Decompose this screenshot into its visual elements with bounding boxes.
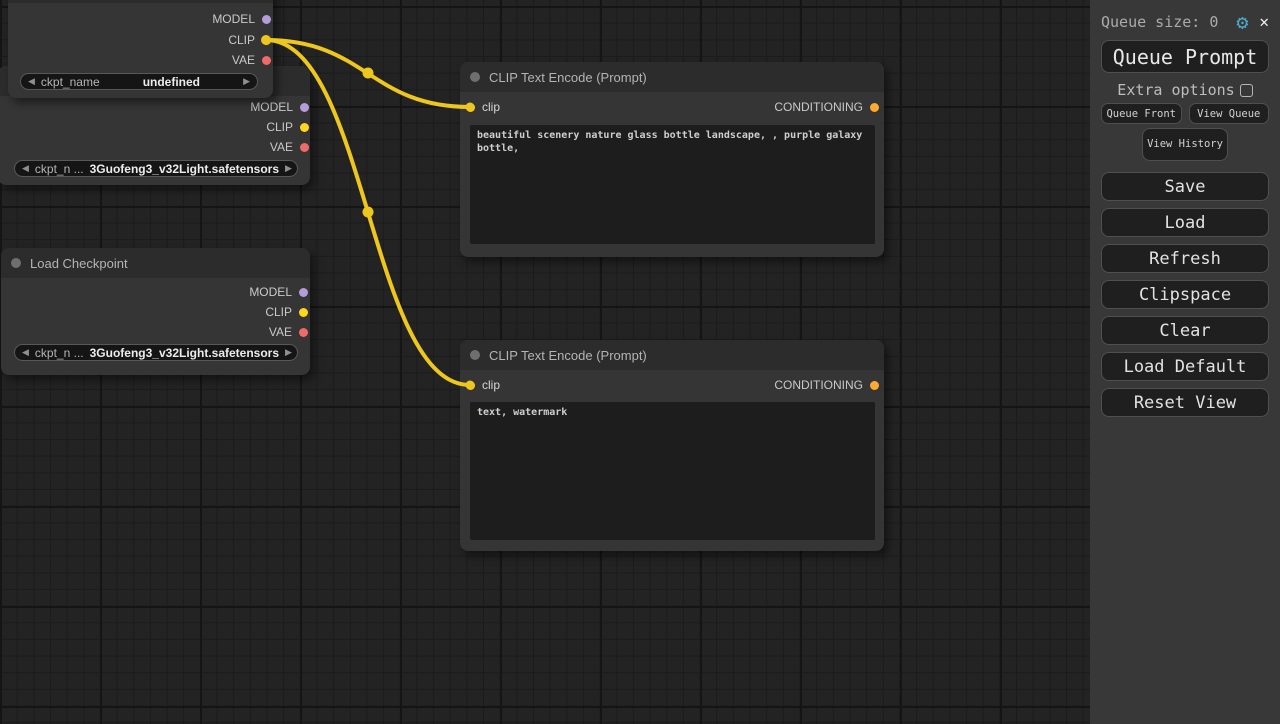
model-port-dot[interactable] bbox=[262, 15, 271, 24]
load-button[interactable]: Load bbox=[1101, 208, 1269, 237]
node-title-bar[interactable] bbox=[8, 0, 273, 3]
queue-front-button[interactable]: Queue Front bbox=[1101, 103, 1182, 124]
input-label-clip: clip bbox=[482, 378, 500, 392]
positive-prompt-textarea[interactable]: beautiful scenery nature glass bottle la… bbox=[470, 125, 875, 244]
output-label-model: MODEL bbox=[212, 12, 255, 26]
node-title: Load Checkpoint bbox=[30, 256, 128, 271]
collapse-dot-icon[interactable] bbox=[470, 72, 480, 82]
node-clip-text-encode-negative[interactable]: CLIP Text Encode (Prompt) clip CONDITION… bbox=[460, 340, 884, 551]
clip-port-dot[interactable] bbox=[300, 123, 309, 132]
queue-prompt-button[interactable]: Queue Prompt bbox=[1101, 40, 1269, 73]
node-title: CLIP Text Encode (Prompt) bbox=[489, 70, 647, 85]
ckpt-name-combo[interactable]: ◀ ckpt_n ... 3Guofeng3_v32Light.safetens… bbox=[14, 344, 298, 361]
refresh-button[interactable]: Refresh bbox=[1101, 244, 1269, 273]
vae-port-dot[interactable] bbox=[300, 143, 309, 152]
input-clip: clip bbox=[466, 377, 500, 393]
input-clip: clip bbox=[466, 99, 500, 115]
output-label-conditioning: CONDITIONING bbox=[774, 100, 863, 114]
output-label-conditioning: CONDITIONING bbox=[774, 378, 863, 392]
combo-left-arrow-icon[interactable]: ◀ bbox=[22, 348, 29, 357]
output-vae: VAE bbox=[232, 52, 271, 68]
comfy-menu: Queue size: 0 ⚙ ✕ Queue Prompt Extra opt… bbox=[1090, 0, 1280, 724]
vae-port-dot[interactable] bbox=[299, 328, 308, 337]
node-clip-text-encode-positive[interactable]: CLIP Text Encode (Prompt) clip CONDITION… bbox=[460, 62, 884, 257]
output-clip: CLIP bbox=[266, 119, 309, 135]
output-model: MODEL bbox=[212, 11, 271, 27]
node-title: CLIP Text Encode (Prompt) bbox=[489, 348, 647, 363]
clip-port-dot[interactable] bbox=[299, 308, 308, 317]
extra-options-row: Extra options bbox=[1101, 82, 1269, 98]
model-port-dot[interactable] bbox=[299, 288, 308, 297]
combo-label: ckpt_n ... bbox=[35, 162, 84, 176]
view-queue-button[interactable]: View Queue bbox=[1189, 103, 1270, 124]
combo-left-arrow-icon[interactable]: ◀ bbox=[22, 164, 29, 173]
output-vae: VAE bbox=[269, 324, 308, 340]
conditioning-port-dot[interactable] bbox=[870, 103, 879, 112]
comfyui-app: MODEL CLIP VAE ◀ ckpt_n ... 3Guofeng3_v3… bbox=[0, 0, 1280, 724]
output-clip: CLIP bbox=[265, 304, 308, 320]
combo-value: 3Guofeng3_v32Light.safetensors bbox=[90, 162, 279, 176]
extra-options-label: Extra options bbox=[1117, 81, 1234, 99]
vae-port-dot[interactable] bbox=[262, 56, 271, 65]
combo-right-arrow-icon[interactable]: ▶ bbox=[285, 164, 292, 173]
settings-gear-icon[interactable]: ⚙ bbox=[1236, 12, 1248, 32]
output-label-vae: VAE bbox=[269, 325, 292, 339]
ckpt-name-combo[interactable]: ◀ ckpt_name undefined ▶ bbox=[20, 73, 258, 90]
output-label-vae: VAE bbox=[270, 140, 293, 154]
node-checkpoint-top[interactable]: MODEL CLIP VAE ◀ ckpt_name undefined ▶ bbox=[8, 0, 273, 98]
ckpt-name-combo[interactable]: ◀ ckpt_n ... 3Guofeng3_v32Light.safetens… bbox=[14, 160, 298, 177]
output-label-clip: CLIP bbox=[266, 120, 293, 134]
menu-button-stack: Save Load Refresh Clipspace Clear Load D… bbox=[1101, 172, 1269, 417]
load-default-button[interactable]: Load Default bbox=[1101, 352, 1269, 381]
output-clip: CLIP bbox=[228, 32, 271, 48]
output-label-clip: CLIP bbox=[265, 305, 292, 319]
combo-label: ckpt_name bbox=[41, 75, 100, 89]
clear-button[interactable]: Clear bbox=[1101, 316, 1269, 345]
model-port-dot[interactable] bbox=[300, 103, 309, 112]
node-title-bar[interactable]: Load Checkpoint bbox=[1, 248, 310, 278]
output-label-clip: CLIP bbox=[228, 33, 255, 47]
extra-options-checkbox[interactable] bbox=[1240, 84, 1253, 97]
combo-left-arrow-icon[interactable]: ◀ bbox=[28, 77, 35, 86]
link-midpoint-dot bbox=[363, 207, 374, 218]
node-title-bar[interactable]: CLIP Text Encode (Prompt) bbox=[460, 340, 884, 370]
node-title-bar[interactable]: CLIP Text Encode (Prompt) bbox=[460, 62, 884, 92]
graph-canvas[interactable]: MODEL CLIP VAE ◀ ckpt_n ... 3Guofeng3_v3… bbox=[0, 0, 1090, 724]
conditioning-port-dot[interactable] bbox=[870, 381, 879, 390]
save-button[interactable]: Save bbox=[1101, 172, 1269, 201]
output-vae: VAE bbox=[270, 139, 309, 155]
collapse-dot-icon[interactable] bbox=[470, 350, 480, 360]
output-conditioning: CONDITIONING bbox=[774, 99, 879, 115]
queue-size-label: Queue size: 0 bbox=[1101, 13, 1218, 31]
output-model: MODEL bbox=[249, 284, 308, 300]
output-label-model: MODEL bbox=[249, 285, 292, 299]
input-label-clip: clip bbox=[482, 100, 500, 114]
output-conditioning: CONDITIONING bbox=[774, 377, 879, 393]
clip-port-dot[interactable] bbox=[466, 381, 475, 390]
queue-status-row: Queue size: 0 ⚙ ✕ bbox=[1101, 10, 1269, 34]
collapse-dot-icon[interactable] bbox=[11, 258, 21, 268]
clip-port-dot[interactable] bbox=[262, 36, 271, 45]
negative-prompt-textarea[interactable]: text, watermark bbox=[470, 402, 875, 540]
link-midpoint-dot bbox=[363, 68, 374, 79]
combo-right-arrow-icon[interactable]: ▶ bbox=[243, 77, 250, 86]
close-menu-icon[interactable]: ✕ bbox=[1259, 14, 1269, 30]
node-load-checkpoint[interactable]: Load Checkpoint MODEL CLIP VAE ◀ ckpt_n … bbox=[1, 248, 310, 375]
clip-port-dot[interactable] bbox=[466, 103, 475, 112]
output-label-vae: VAE bbox=[232, 53, 255, 67]
reset-view-button[interactable]: Reset View bbox=[1101, 388, 1269, 417]
combo-label: ckpt_n ... bbox=[35, 346, 84, 360]
combo-value: 3Guofeng3_v32Light.safetensors bbox=[90, 346, 279, 360]
history-row: View History bbox=[1101, 128, 1269, 161]
view-history-button[interactable]: View History bbox=[1142, 128, 1228, 161]
output-label-model: MODEL bbox=[250, 100, 293, 114]
combo-value: undefined bbox=[106, 75, 237, 89]
output-model: MODEL bbox=[250, 99, 309, 115]
combo-right-arrow-icon[interactable]: ▶ bbox=[285, 348, 292, 357]
clipspace-button[interactable]: Clipspace bbox=[1101, 280, 1269, 309]
queue-actions-row: Queue Front View Queue bbox=[1101, 103, 1269, 124]
